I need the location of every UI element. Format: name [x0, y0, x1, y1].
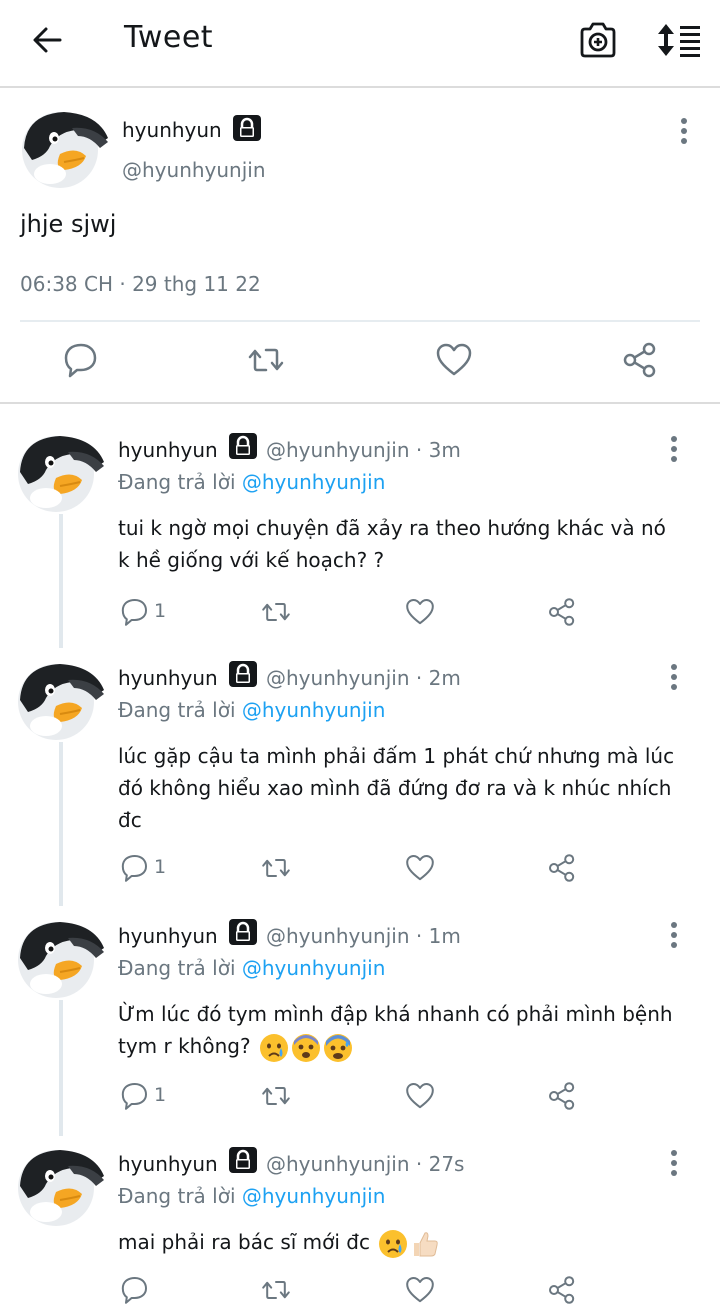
crying-face-icon	[378, 1229, 408, 1259]
retweet-icon[interactable]	[260, 1080, 292, 1112]
reply-tweet[interactable]: hyunhyun @hyunhyunjin · 27s Đang trả lời…	[0, 1146, 720, 1316]
reply-tweet[interactable]: hyunhyun @hyunhyunjin · 3m Đang trả lời …	[0, 432, 720, 652]
avatar[interactable]	[16, 1146, 106, 1226]
like-icon[interactable]	[404, 852, 436, 884]
camera-add-icon[interactable]	[578, 20, 618, 60]
sort-icon[interactable]	[656, 20, 702, 60]
divider	[0, 402, 720, 404]
reply-tweet[interactable]: hyunhyun @hyunhyunjin · 1m Đang trả lời …	[0, 918, 720, 1138]
author-handle-time: @hyunhyunjin · 27s	[266, 1152, 465, 1176]
arrow-left-icon[interactable]	[30, 22, 66, 58]
author-handle-time: @hyunhyunjin · 3m	[266, 438, 461, 462]
author-name[interactable]: hyunhyun	[118, 924, 218, 948]
tweet-timestamp: 06:38 CH · 29 thg 11 22	[20, 272, 261, 296]
reply-count: 1	[154, 856, 167, 878]
avatar[interactable]	[16, 660, 106, 740]
avatar[interactable]	[20, 108, 110, 188]
lock-icon	[228, 660, 258, 688]
reply-icon[interactable]	[118, 1274, 150, 1306]
main-tweet: hyunhyun @hyunhyunjin jhje sjwj 06:38 CH…	[0, 90, 720, 402]
lock-icon	[228, 1146, 258, 1174]
reply-text: lúc gặp cậu ta mình phải đấm 1 phát chứ …	[118, 744, 675, 832]
page-title: Tweet	[124, 20, 214, 55]
replying-to: Đang trả lời @hyunhyunjin	[118, 698, 385, 722]
retweet-icon[interactable]	[260, 852, 292, 884]
retweet-icon[interactable]	[260, 596, 292, 628]
more-options-icon[interactable]	[674, 116, 694, 146]
author-handle-time: @hyunhyunjin · 2m	[266, 666, 461, 690]
author-handle[interactable]: @hyunhyunjin	[122, 158, 266, 182]
author-handle-time: @hyunhyunjin · 1m	[266, 924, 461, 948]
like-icon[interactable]	[404, 1274, 436, 1306]
replying-label: Đang trả lời	[118, 470, 242, 494]
share-icon[interactable]	[546, 1080, 578, 1112]
reply-text-block: mai phải ra bác sĩ mới đc	[118, 1226, 678, 1259]
reply-icon[interactable]	[118, 596, 150, 628]
replying-label: Đang trả lời	[118, 698, 242, 722]
thumbs-up-icon	[410, 1229, 440, 1259]
share-icon[interactable]	[546, 596, 578, 628]
lock-icon	[232, 114, 262, 142]
more-options-icon[interactable]	[664, 434, 684, 464]
replying-to: Đang trả lời @hyunhyunjin	[118, 956, 385, 980]
avatar[interactable]	[16, 918, 106, 998]
replying-to: Đang trả lời @hyunhyunjin	[118, 470, 385, 494]
mention-link[interactable]: @hyunhyunjin	[242, 1184, 386, 1208]
lock-icon	[228, 432, 258, 460]
reply-text-block: Ừm lúc đó tym mình đập khá nhanh có phải…	[118, 998, 678, 1063]
like-icon[interactable]	[404, 1080, 436, 1112]
lock-icon	[228, 918, 258, 946]
replying-label: Đang trả lời	[118, 1184, 242, 1208]
anxious-sweat-face-icon	[323, 1033, 353, 1063]
replying-to: Đang trả lời @hyunhyunjin	[118, 1184, 385, 1208]
mention-link[interactable]: @hyunhyunjin	[242, 470, 386, 494]
author-name[interactable]: hyunhyun	[118, 666, 218, 690]
reply-icon[interactable]	[118, 1080, 150, 1112]
reply-count: 1	[154, 600, 167, 622]
avatar[interactable]	[16, 432, 106, 512]
share-icon[interactable]	[546, 852, 578, 884]
replying-label: Đang trả lời	[118, 956, 242, 980]
tweet-text: jhje sjwj	[20, 210, 117, 238]
reply-icon[interactable]	[60, 340, 100, 380]
more-options-icon[interactable]	[664, 662, 684, 692]
divider	[20, 320, 700, 322]
reply-text: tui k ngờ mọi chuyện đã xảy ra theo hướn…	[118, 516, 666, 572]
more-options-icon[interactable]	[664, 1148, 684, 1178]
share-icon[interactable]	[546, 1274, 578, 1306]
author-name[interactable]: hyunhyun	[118, 1152, 218, 1176]
retweet-icon[interactable]	[246, 340, 286, 380]
like-icon[interactable]	[434, 340, 474, 380]
share-icon[interactable]	[620, 340, 660, 380]
crying-face-icon	[259, 1033, 289, 1063]
mention-link[interactable]: @hyunhyunjin	[242, 698, 386, 722]
reply-icon[interactable]	[118, 852, 150, 884]
author-name[interactable]: hyunhyun	[122, 118, 222, 142]
more-options-icon[interactable]	[664, 920, 684, 950]
reply-count: 1	[154, 1084, 167, 1106]
like-icon[interactable]	[404, 596, 436, 628]
reply-text: Ừm lúc đó tym mình đập khá nhanh có phải…	[118, 1002, 673, 1058]
author-name[interactable]: hyunhyun	[118, 438, 218, 462]
reply-tweet[interactable]: hyunhyun @hyunhyunjin · 2m Đang trả lời …	[0, 660, 720, 910]
reply-text: mai phải ra bác sĩ mới đc	[118, 1230, 370, 1254]
app-header: Tweet	[0, 0, 720, 88]
mention-link[interactable]: @hyunhyunjin	[242, 956, 386, 980]
retweet-icon[interactable]	[260, 1274, 292, 1306]
fearful-face-icon	[291, 1033, 321, 1063]
